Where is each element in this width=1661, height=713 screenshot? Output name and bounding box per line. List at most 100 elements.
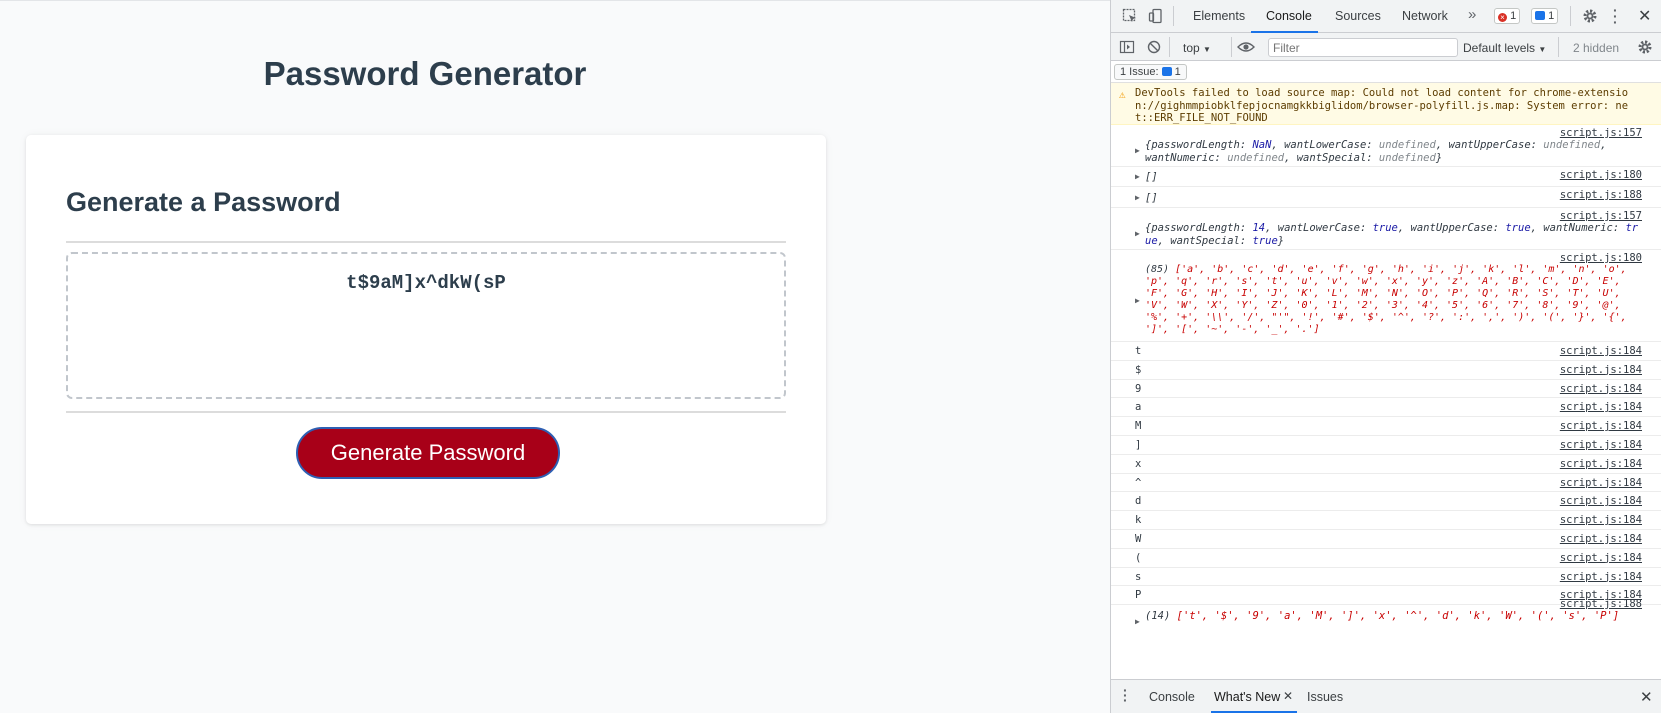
console-log-row[interactable]: script.js:184 $ [1111,361,1661,380]
tab-elements[interactable]: Elements [1193,9,1245,23]
console-warning: ⚠ DevTools failed to load source map: Co… [1111,83,1661,125]
console-log-row[interactable]: script.js:184 9 [1111,380,1661,399]
sidebar-toggle-icon[interactable] [1119,39,1135,58]
expand-triangle-icon[interactable]: ▶ [1135,617,1140,626]
array-values: ['t', '$', '9', 'a', 'M', ']', 'x', '^',… [1176,610,1620,622]
array-values: ['a', 'b', 'c', 'd', 'e', 'f', 'g', 'h',… [1145,264,1627,335]
console-log-row[interactable]: script.js:184 ^ [1111,474,1661,493]
source-link[interactable]: script.js:157 [1560,210,1642,222]
array-length: (85) [1145,264,1170,275]
log-array: [] [1145,171,1158,183]
console-log-row[interactable]: script.js:184 x [1111,455,1661,474]
device-toolbar-icon[interactable] [1148,8,1164,27]
console-filter-input[interactable] [1268,38,1458,57]
source-link[interactable]: script.js:180 [1560,252,1642,264]
hidden-messages-count: 2 hidden [1573,41,1620,55]
drawer-menu-icon[interactable]: · · · [1123,683,1128,707]
console-log-row[interactable]: script.js:180 ▶ (85) ['a', 'b', 'c', 'd'… [1111,250,1661,342]
log-char: ] [1135,439,1142,451]
tab-network[interactable]: Network [1402,9,1448,23]
console-log-row[interactable]: script.js:157 ▶ {passwordLength: NaN, wa… [1111,125,1661,167]
clear-console-icon[interactable] [1146,39,1162,58]
context-selector[interactable]: top ▼ [1183,41,1211,55]
drawer-tab-issues[interactable]: Issues [1307,690,1343,704]
log-char: M [1135,420,1142,433]
console-log-row[interactable]: script.js:188 ▶ [] [1111,187,1661,208]
toolbar-separator [1231,37,1232,57]
more-tabs-button[interactable]: » [1468,6,1476,23]
chevron-down-icon: ▼ [1538,45,1547,54]
expand-triangle-icon[interactable]: ▶ [1135,172,1140,181]
issues-label: 1 Issue: [1120,66,1159,78]
web-page: Password Generator Generate a Password t… [0,0,1110,713]
tab-sources[interactable]: Sources [1335,9,1381,23]
devtools-drawer: · · · Console What's New ✕ Issues ✕ [1111,679,1661,713]
context-label: top [1183,41,1200,55]
page-title: Password Generator [263,55,587,92]
console-log-row[interactable]: script.js:184 d [1111,492,1661,512]
log-array: (85) ['a', 'b', 'c', 'd', 'e', 'f', 'g',… [1145,264,1644,336]
console-log-row[interactable]: script.js:184 s [1111,568,1661,587]
log-char: a [1135,401,1142,414]
console-log-row[interactable]: script.js:157 ▶ {passwordLength: 14, wan… [1111,208,1661,250]
live-expression-eye-icon[interactable] [1237,40,1255,57]
card-title: Generate a Password [66,187,341,217]
tabbar-separator [1173,6,1174,26]
expand-triangle-icon[interactable]: ▶ [1135,296,1140,305]
console-log-row[interactable]: script.js:184 a [1111,398,1661,418]
drawer-tab-whats-new[interactable]: What's New [1214,690,1280,704]
console-log-row[interactable]: script.js:184( [1111,549,1661,568]
log-char: t [1135,345,1142,357]
inspect-element-icon[interactable] [1122,8,1138,27]
password-card: Generate a Password t$9aM]x^dkW(sP Gener… [26,135,826,524]
array-length: (14) [1145,610,1171,622]
warning-text: DevTools failed to load source map: Coul… [1135,87,1629,124]
console-log-row[interactable]: script.js:184 M [1111,417,1661,436]
log-char: d [1135,495,1142,508]
console-settings-gear-icon[interactable] [1637,39,1653,58]
card-divider-bottom [66,411,786,413]
close-drawer-icon[interactable]: ✕ [1640,688,1653,706]
log-levels-dropdown[interactable]: Default levels ▼ [1463,41,1546,55]
message-count-badge[interactable]: 1 [1531,8,1559,24]
console-log-row[interactable]: script.js:184 t [1111,342,1661,361]
console-messages: ⚠ DevTools failed to load source map: Co… [1111,83,1661,679]
log-object: {passwordLength: 14, wantLowerCase: true… [1145,222,1639,247]
error-count: 1 [1510,10,1517,22]
issue-message-icon [1161,67,1172,76]
settings-gear-icon[interactable] [1582,8,1598,27]
tab-console[interactable]: Console [1266,9,1312,23]
expand-triangle-icon[interactable]: ▶ [1135,229,1140,238]
console-log-row[interactable]: script.js:184 W [1111,530,1661,549]
generate-password-button[interactable]: Generate Password [296,427,560,479]
password-output[interactable]: t$9aM]x^dkW(sP [66,252,786,399]
issues-chip[interactable]: 1 Issue: 1 [1114,64,1187,80]
console-log-row[interactable]: script.js:184] [1111,436,1661,455]
console-toolbar: top ▼ Default levels ▼ 2 hidden [1111,33,1661,61]
console-log-row[interactable]: script.js:180 ▶ [] [1111,167,1661,187]
issues-count: 1 [1174,66,1181,78]
error-count-badge[interactable]: × 1 [1494,8,1521,24]
log-array: [] [1145,192,1158,204]
log-char: k [1135,514,1142,527]
source-link[interactable]: script.js:188 [1560,598,1642,610]
source-link[interactable]: script.js:157 [1560,127,1642,139]
expand-triangle-icon[interactable]: ▶ [1135,146,1140,155]
console-log-row[interactable]: script.js:188 ▶ (14) ['t', '$', '9', 'a'… [1111,596,1661,638]
close-devtools-icon[interactable]: ✕ [1638,6,1651,26]
log-levels-label: Default levels [1463,41,1536,55]
devtools-panel: Elements Console Sources Network » × 1 1… [1110,0,1661,713]
console-log-row[interactable]: script.js:184 k [1111,511,1661,530]
log-char: W [1135,533,1142,545]
log-char: $ [1135,363,1142,376]
expand-triangle-icon[interactable]: ▶ [1135,193,1140,202]
drawer-tab-console[interactable]: Console [1149,690,1195,704]
close-tab-icon[interactable]: ✕ [1283,689,1293,703]
more-options-icon[interactable]: · · · [1613,3,1618,29]
log-char: 9 [1135,382,1142,395]
log-char: s [1135,570,1142,583]
toolbar-separator [1169,37,1170,57]
log-object: {passwordLength: NaN, wantLowerCase: und… [1145,139,1607,164]
log-char: ^ [1135,476,1142,489]
message-count: 1 [1548,10,1555,22]
